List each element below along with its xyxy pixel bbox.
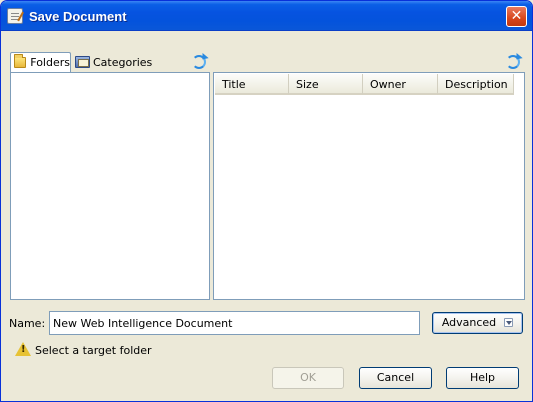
document-list[interactable]: Title Size Owner Description — [213, 72, 525, 300]
name-label: Name: — [9, 317, 46, 330]
refresh-folders-icon[interactable] — [192, 55, 206, 69]
column-header-owner[interactable]: Owner — [363, 74, 438, 95]
warning-icon-mark: ! — [21, 344, 26, 355]
column-header-title[interactable]: Title — [215, 74, 289, 95]
name-input[interactable] — [49, 311, 420, 335]
categories-icon — [75, 56, 90, 68]
column-header-size[interactable]: Size — [289, 74, 363, 95]
list-header: Title Size Owner Description — [215, 74, 514, 95]
status-message: Select a target folder — [35, 344, 152, 357]
tab-categories[interactable]: Categories — [73, 52, 153, 72]
save-document-dialog: Save Document ✕ Folders Categories Title… — [0, 0, 533, 402]
folder-icon — [14, 54, 27, 68]
chevron-down-icon — [504, 318, 514, 327]
tab-folders[interactable]: Folders — [10, 52, 71, 72]
document-icon — [7, 8, 23, 24]
title-bar[interactable]: Save Document ✕ — [1, 1, 532, 31]
close-button[interactable]: ✕ — [506, 6, 527, 27]
ok-button[interactable]: OK — [272, 367, 344, 389]
help-button[interactable]: Help — [446, 367, 519, 389]
tab-folders-label: Folders — [30, 56, 70, 69]
advanced-button-label: Advanced — [441, 316, 497, 329]
refresh-list-icon[interactable] — [506, 55, 520, 69]
folder-tree[interactable] — [10, 72, 210, 300]
dialog-title: Save Document — [29, 9, 127, 24]
advanced-button[interactable]: Advanced — [432, 312, 523, 334]
column-header-description[interactable]: Description — [438, 74, 514, 95]
cancel-button[interactable]: Cancel — [359, 367, 432, 389]
tab-categories-label: Categories — [93, 55, 153, 69]
